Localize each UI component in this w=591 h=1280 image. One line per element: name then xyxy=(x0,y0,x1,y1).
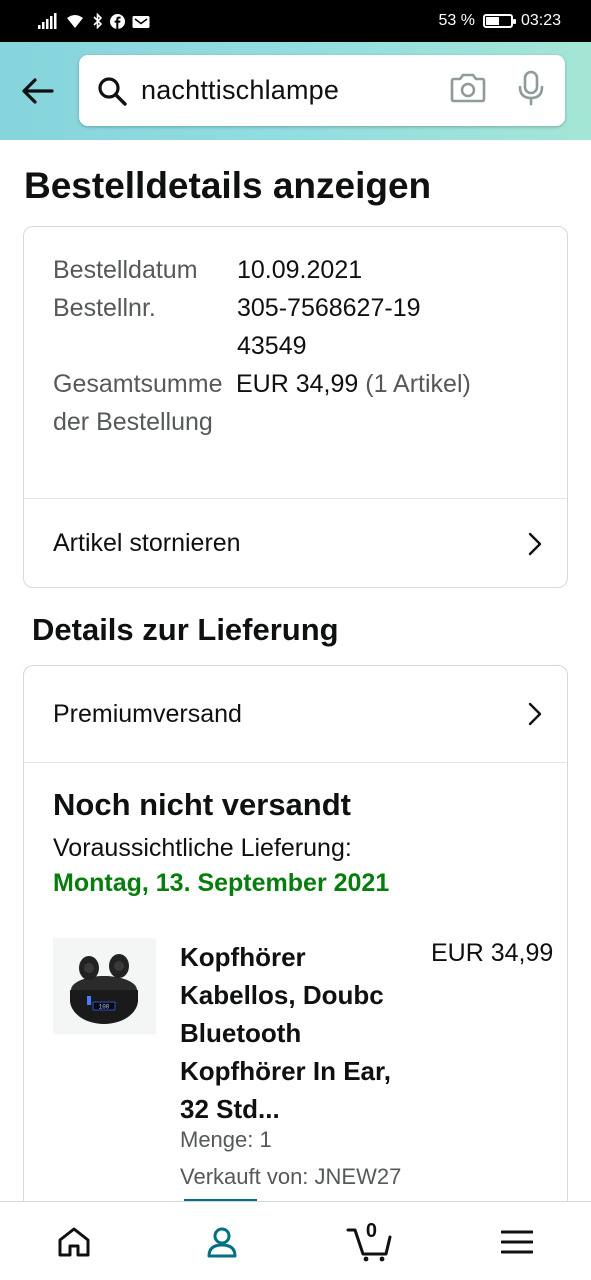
chevron-right-icon xyxy=(528,702,542,726)
search-icon xyxy=(83,75,141,107)
order-total-label: Gesamtsumme der Bestellung xyxy=(53,370,223,436)
order-number-row: Bestellnr. 305-7568627-1943549 xyxy=(53,289,567,365)
product-quantity: Menge: 1 xyxy=(180,1127,272,1152)
order-total-row: Gesamtsumme der Bestellung EUR 34,99 (1 … xyxy=(53,365,567,441)
status-icons-right: 53 % 03:23 xyxy=(438,12,561,30)
nav-account[interactable] xyxy=(148,1202,296,1280)
search-query-text: nachttischlampe xyxy=(141,75,340,105)
bluetooth-icon xyxy=(93,13,103,29)
cancel-items-label: Artikel stornieren xyxy=(53,529,241,557)
product-image[interactable]: 100 xyxy=(53,938,156,1034)
order-total-amount: EUR 34,99 xyxy=(236,370,359,398)
shipping-method-link[interactable]: Premiumversand xyxy=(24,666,567,763)
mail-notification-icon xyxy=(132,15,150,28)
order-summary-card: Bestelldatum 10.09.2021 Bestellnr. 305-7… xyxy=(23,226,568,588)
order-date-value: 10.09.2021 xyxy=(237,256,363,284)
facebook-icon xyxy=(110,13,125,29)
bottom-navigation: 0 xyxy=(0,1201,591,1280)
microphone-icon xyxy=(518,70,544,106)
cart-count-badge: 0 xyxy=(365,1220,377,1242)
order-number-value: 305-7568627-1943549 xyxy=(237,294,421,360)
order-number-label: Bestellnr. xyxy=(53,294,156,322)
order-summary: Bestelldatum 10.09.2021 Bestellnr. 305-7… xyxy=(24,227,567,441)
delivery-card: Premiumversand Noch nicht versandt Vorau… xyxy=(23,665,568,1280)
hamburger-menu-icon xyxy=(501,1230,534,1253)
nav-home[interactable] xyxy=(0,1202,148,1280)
order-date-row: Bestelldatum 10.09.2021 xyxy=(53,251,567,289)
expected-delivery-date: Montag, 13. September 2021 xyxy=(53,869,390,897)
user-icon xyxy=(207,1227,237,1257)
product-title[interactable]: Kopfhörer Kabellos, Doubc Bluetooth Kopf… xyxy=(180,938,420,1128)
expected-delivery-label: Voraussichtliche Lieferung: xyxy=(53,834,352,862)
battery-percent: 53 % xyxy=(438,12,475,29)
chevron-right-icon xyxy=(528,532,542,555)
product-image-display: 100 xyxy=(99,1004,110,1011)
order-item-count: (1 Artikel) xyxy=(365,370,471,398)
product-price: EUR 34,99 xyxy=(431,939,554,967)
arrow-left-icon xyxy=(22,78,54,104)
delivery-section-title: Details zur Lieferung xyxy=(32,612,339,647)
app-header: nachttischlampe xyxy=(0,42,591,140)
shipment-status: Noch nicht versandt xyxy=(53,787,351,822)
back-button[interactable] xyxy=(0,42,76,140)
cancel-items-link[interactable]: Artikel stornieren xyxy=(24,498,567,587)
clock: 03:23 xyxy=(520,12,561,29)
wifi-icon xyxy=(67,15,83,28)
order-total-value: EUR 34,99 (1 Artikel) xyxy=(236,365,526,441)
nav-menu[interactable] xyxy=(443,1202,591,1280)
signal-icon xyxy=(38,13,57,29)
page-title: Bestelldetails anzeigen xyxy=(24,165,432,206)
product-seller: Verkauft von: JNEW27 xyxy=(180,1164,402,1189)
voice-search-button[interactable] xyxy=(517,70,545,111)
order-date-label: Bestelldatum xyxy=(53,256,198,284)
camera-icon xyxy=(450,73,486,103)
battery-icon xyxy=(482,14,516,28)
search-input[interactable]: nachttischlampe xyxy=(79,55,565,126)
camera-search-button[interactable] xyxy=(449,73,487,108)
nav-cart[interactable]: 0 xyxy=(296,1202,444,1280)
shipment-info: Noch nicht versandt Voraussichtliche Lie… xyxy=(24,763,567,898)
status-bar: 53 % 03:23 xyxy=(0,0,591,42)
home-icon xyxy=(58,1227,90,1256)
shipping-method-label: Premiumversand xyxy=(53,699,242,728)
status-icons-left xyxy=(38,13,150,29)
